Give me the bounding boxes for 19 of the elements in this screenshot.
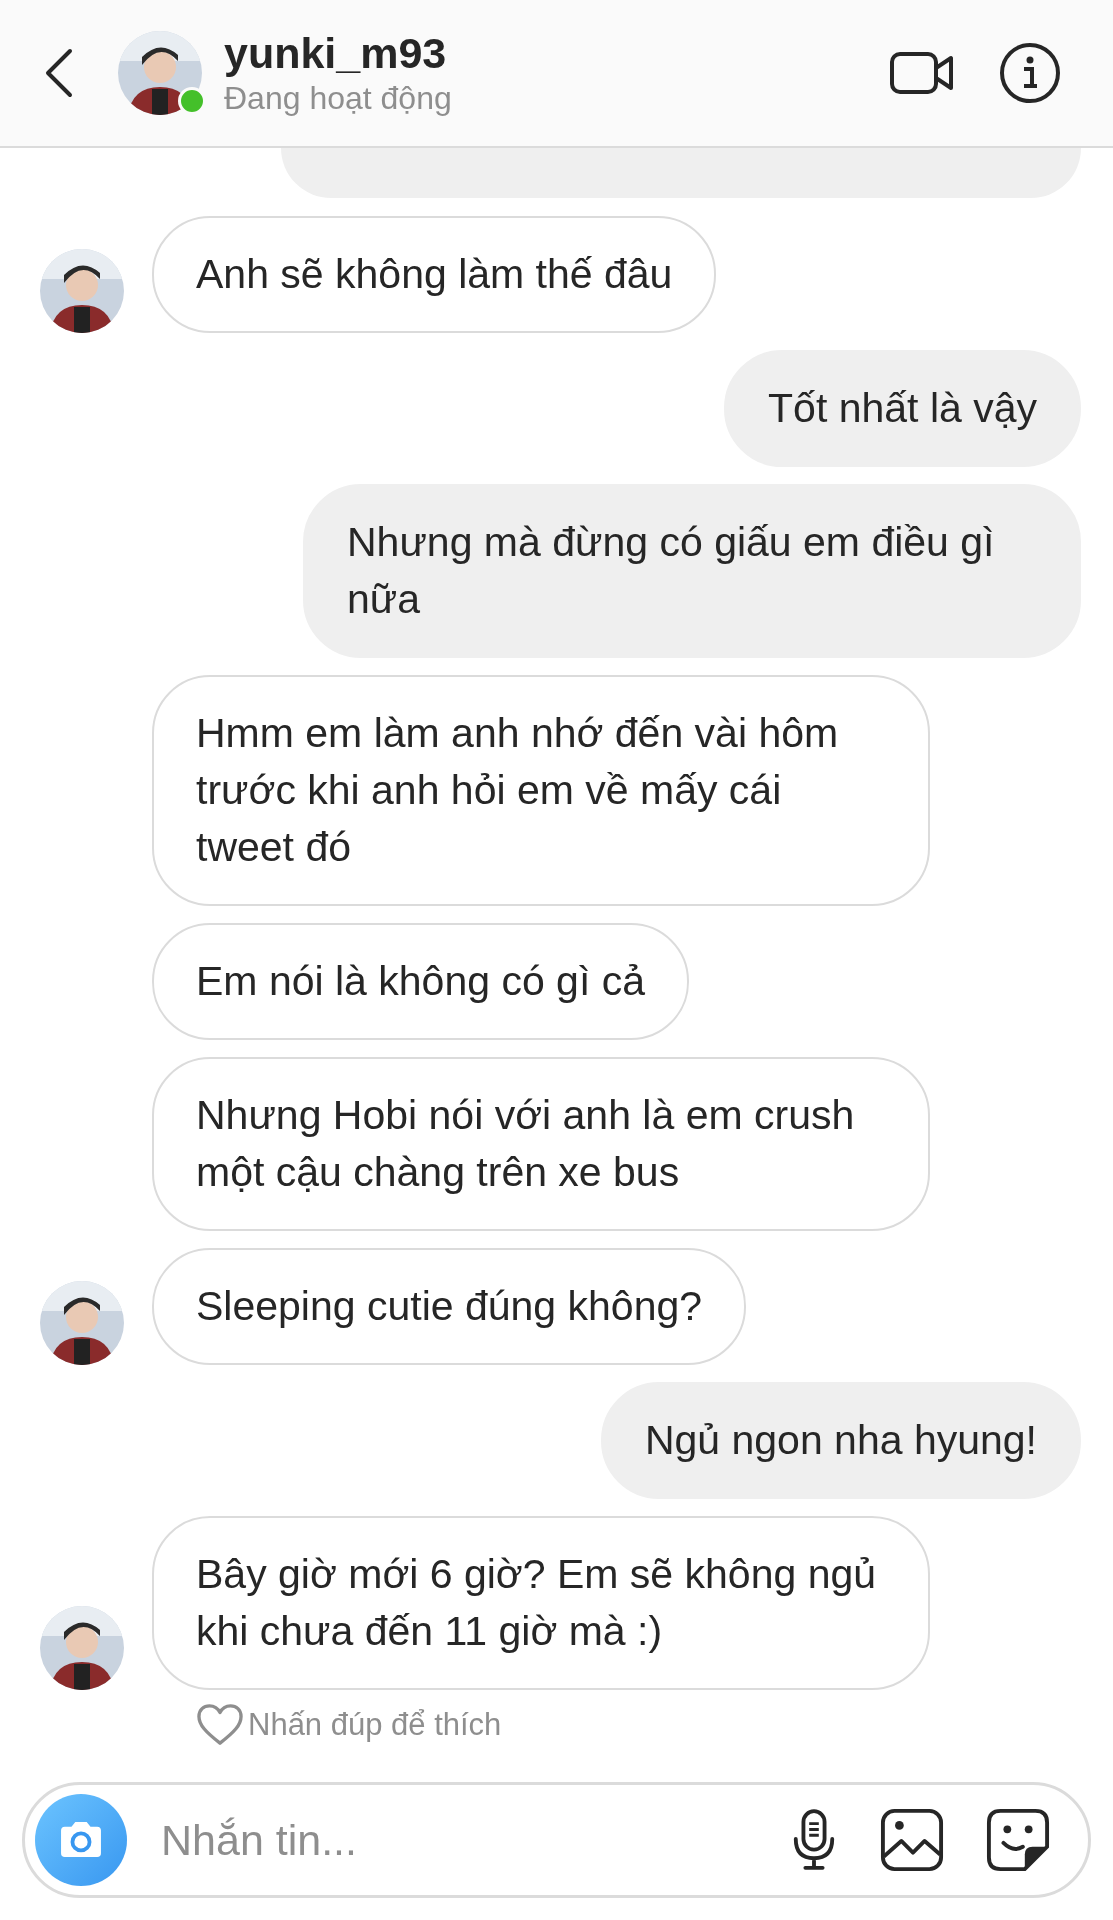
double-tap-hint: Nhấn đúp để thích — [248, 1707, 502, 1743]
message-bubble: Hmm em làm anh nhớ đến vài hôm trước khi anh hỏi em về mấy cái tweet đó — [152, 675, 930, 906]
back-icon[interactable] — [44, 48, 74, 98]
username[interactable]: yunki_m93 — [224, 28, 452, 78]
sticker-icon[interactable] — [986, 1808, 1050, 1872]
info-icon[interactable] — [999, 42, 1061, 104]
message-bubble: Nhưng Hobi nói với anh là em crush một cậu chàng trên xe bus — [152, 1057, 930, 1231]
message-bubble: Bây giờ mới 6 giờ? Em sẽ không ngủ khi chưa đến 11 giờ mà :) — [152, 1516, 930, 1690]
message-input[interactable]: Nhắn tin... — [159, 1814, 748, 1866]
message-bubble: Nhưng mà đừng có giấu em điều gì nữa — [303, 484, 1081, 658]
heart-icon[interactable] — [196, 1703, 244, 1747]
camera-button[interactable] — [35, 1794, 127, 1886]
message-bubble: Em nói là không có gì cả — [152, 923, 689, 1040]
image-icon[interactable] — [880, 1808, 944, 1872]
message-bubble: Sleeping cutie đúng không? — [152, 1248, 747, 1365]
message-bubble: Tốt nhất là vậy — [724, 350, 1081, 467]
active-status: Đang hoạt động — [224, 79, 452, 118]
message-bubble: Ngủ ngon nha hyung! — [600, 1382, 1081, 1499]
message-bubble: Anh sẽ không làm thế đâu — [152, 216, 717, 333]
